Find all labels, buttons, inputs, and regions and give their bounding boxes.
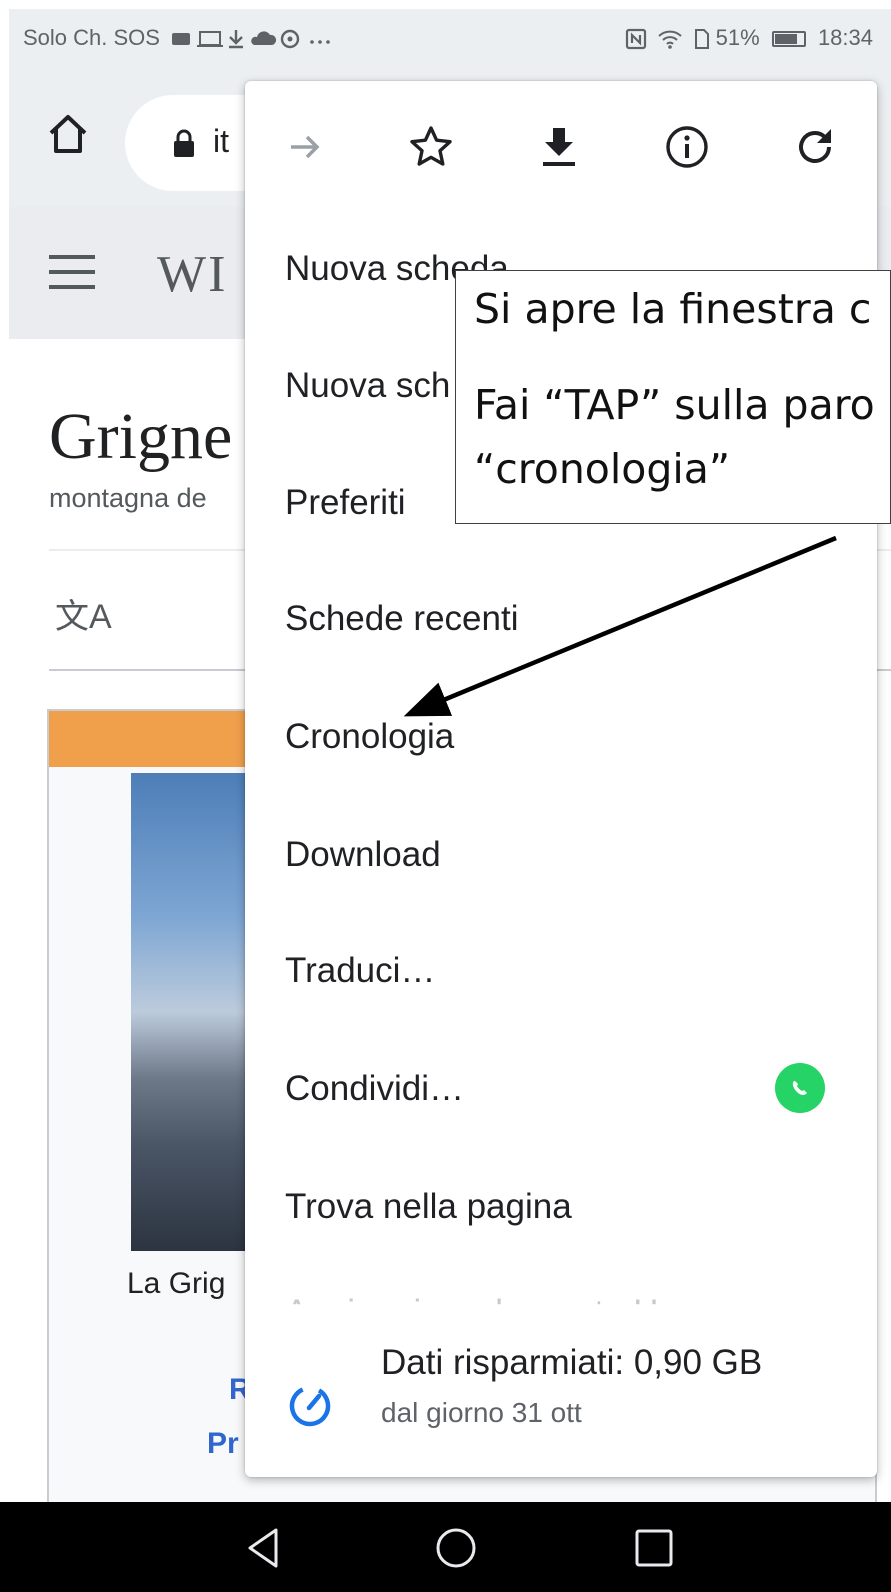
language-icon[interactable]: 文A [55,589,112,638]
data-saver-subtitle: dal giorno 31 ott [381,1397,582,1428]
data-saver-icon [289,1385,331,1427]
info-icon[interactable] [657,117,717,177]
menu-item-translate[interactable]: Traduci… [285,951,435,991]
back-icon[interactable] [236,1520,292,1576]
menu-item-downloads[interactable]: Download [285,835,441,875]
callout-text-line1: Si apre la finestra c [474,285,872,333]
download-icon[interactable] [529,117,589,177]
menu-item-recent-tabs[interactable]: Schede recenti [285,599,518,639]
instruction-callout: Si apre la finestra c Fai “TAP” sulla pa… [455,270,891,524]
menu-item-history[interactable]: Cronologia [285,717,454,757]
menu-item-find-in-page[interactable]: Trova nella pagina [285,1187,572,1227]
star-icon[interactable] [401,117,461,177]
android-nav-bar [0,1502,891,1592]
status-left: Solo Ch. SOS [23,25,340,51]
wifi-icon [658,30,683,49]
callout-text-line3: “cronologia” [474,445,731,493]
menu-item-share[interactable]: Condividi… [285,1069,464,1109]
reload-icon[interactable] [785,117,845,177]
phone-screen: Solo Ch. SOS 51% 18:34 it WI Grigne mont… [9,9,891,1592]
sim-icon [694,29,709,50]
menu-item-bookmarks[interactable]: Preferiti [285,483,406,523]
page-subtitle: montagna de [49,483,207,513]
hamburger-menu-icon[interactable] [49,255,95,289]
menu-icon-row [245,81,877,211]
notification-icons [172,29,330,49]
callout-text-line2a: Fai “TAP” sulla paro [474,381,875,429]
photo-caption: La Grig [127,1267,226,1300]
page-title: Grigne [49,400,233,473]
menu-item-new-incognito-tab[interactable]: Nuova sch [285,366,450,406]
forward-icon[interactable] [275,117,335,177]
wikipedia-logo[interactable]: WI [157,245,227,304]
status-bar: Solo Ch. SOS 51% 18:34 [9,9,891,67]
data-saver-title[interactable]: Dati risparmiati: 0,90 GB [381,1343,762,1383]
url-text: it [213,123,229,159]
home-nav-icon[interactable] [428,1520,484,1576]
status-right: 51% 18:34 [621,25,873,51]
home-icon[interactable] [43,109,93,159]
clock: 18:34 [817,25,873,50]
whatsapp-icon[interactable] [775,1063,825,1113]
infobox-link[interactable]: Pr [207,1427,239,1461]
nfc-icon [626,29,647,50]
carrier-label: Solo Ch. SOS [23,25,160,50]
lock-icon [174,129,194,157]
callout-text-line2: Fai “TAP” sulla paro “cronologia” [474,373,890,501]
battery-icon [771,31,806,48]
battery-percent: 51% [715,25,760,50]
recents-icon[interactable] [626,1520,682,1576]
menu-item-add-to-home[interactable]: Aggiungi a schermata Home [285,1293,727,1304]
